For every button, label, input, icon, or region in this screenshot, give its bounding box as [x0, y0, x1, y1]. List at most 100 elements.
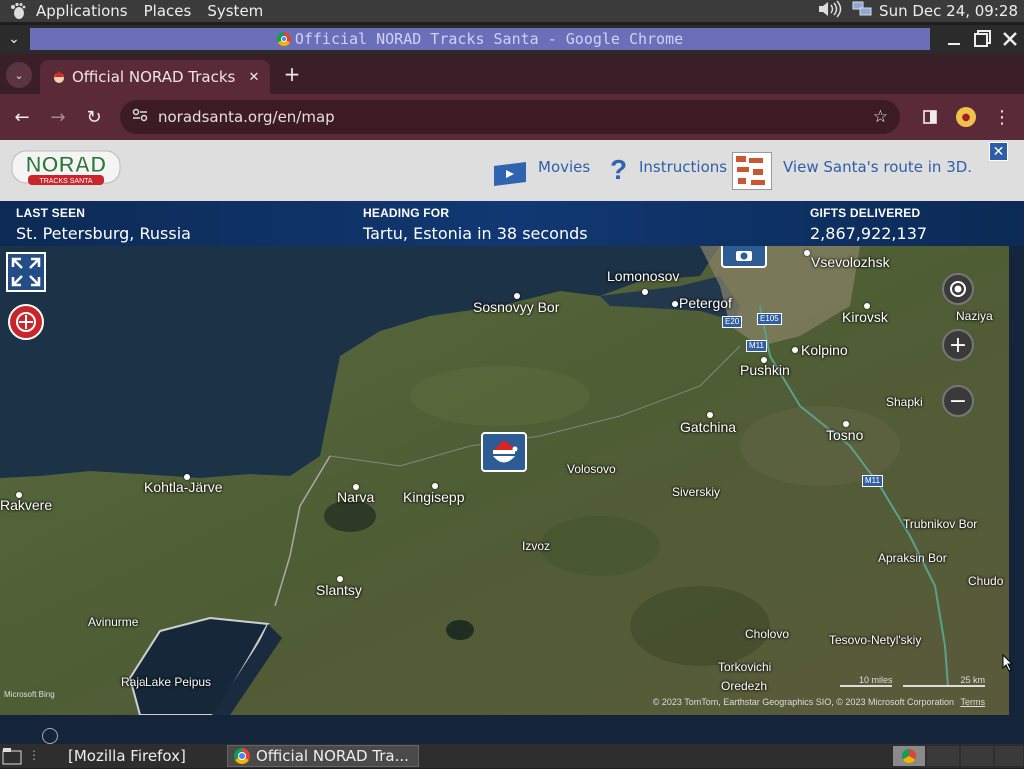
workspace-2[interactable]	[927, 746, 959, 766]
instructions-link[interactable]: Instructions	[639, 158, 727, 176]
tab-title: Official NORAD Tracks Santa	[72, 68, 240, 86]
camera-marker-icon[interactable]	[721, 246, 767, 268]
place-label: Tosno	[826, 427, 864, 443]
place-label: Narva	[337, 489, 375, 505]
map-scale: 10 miles 25 km	[840, 675, 985, 687]
new-tab-button[interactable]: +	[282, 62, 302, 86]
road-shield: E20	[722, 316, 743, 328]
zoom-out-button[interactable]: −	[942, 385, 974, 417]
place-label: Apraksin Bor	[878, 551, 947, 565]
tab-search-button[interactable]: ⌄	[6, 62, 32, 88]
clock[interactable]: Sun Dec 24, 09:28	[879, 2, 1018, 20]
place-label: Lomonosov	[607, 268, 680, 284]
firefox-icon	[42, 728, 58, 744]
window-title-text: Official NORAD Tracks Santa - Google Chr…	[294, 30, 684, 48]
reload-button[interactable]: ↻	[82, 105, 106, 129]
place-label: Raja	[121, 675, 146, 689]
minimize-button[interactable]	[942, 27, 966, 51]
place-label: Vsevolozhsk	[811, 254, 890, 270]
menu-applications[interactable]: Applications	[36, 2, 128, 20]
maximize-button[interactable]	[970, 27, 994, 51]
place-label: Slantsy	[316, 582, 362, 598]
place-dot	[792, 347, 798, 353]
taskbar-item-firefox[interactable]: [Mozilla Firefox]	[42, 728, 186, 767]
bookmark-star-icon[interactable]: ☆	[873, 107, 888, 127]
browser-toolbar: ← → ↻ noradsanta.org/en/map ☆ ● ⋮	[0, 94, 1024, 140]
address-bar[interactable]: noradsanta.org/en/map ☆	[120, 100, 900, 134]
taskbar-chrome-label: Official NORAD Tra...	[256, 747, 409, 765]
stats-bar: LAST SEEN St. Petersburg, Russia HEADING…	[0, 201, 1024, 246]
window-menu-icon[interactable]: ⌄	[4, 29, 24, 49]
workspace-4[interactable]	[995, 746, 1023, 766]
place-label: Petergof	[679, 295, 732, 311]
santa-location-marker[interactable]	[481, 432, 527, 472]
svg-text:TRACKS SANTA: TRACKS SANTA	[39, 178, 92, 185]
place-dot	[184, 474, 190, 480]
movies-link[interactable]: Movies	[538, 158, 590, 176]
place-label: Pushkin	[740, 362, 790, 378]
place-dot	[16, 492, 22, 498]
url-text[interactable]: noradsanta.org/en/map	[158, 108, 335, 126]
site-header: NORAD TRACKS SANTA Movies ? Instructions…	[0, 140, 1024, 201]
heading-for-label: HEADING FOR	[363, 206, 450, 220]
show-desktop-icon[interactable]	[2, 747, 24, 769]
menu-places[interactable]: Places	[144, 2, 192, 20]
last-seen-value: St. Petersburg, Russia	[16, 224, 191, 243]
fullscreen-button[interactable]	[6, 252, 46, 292]
norad-logo[interactable]: NORAD TRACKS SANTA	[10, 145, 121, 189]
santa-map[interactable]: Lomonosov Vsevolozhsk Sosnovyy Bor Peter…	[0, 246, 1009, 715]
place-label: Shapki	[886, 395, 923, 409]
place-dot	[353, 484, 359, 490]
place-label: Izvoz	[522, 539, 551, 553]
place-label: Trubnikov Bor	[903, 517, 978, 531]
tab-norad[interactable]: Official NORAD Tracks Santa ✕	[40, 60, 270, 94]
terms-link[interactable]: Terms	[961, 697, 986, 707]
last-seen: LAST SEEN St. Petersburg, Russia	[16, 206, 191, 243]
place-dot	[707, 412, 713, 418]
instructions-icon[interactable]: ?	[610, 154, 627, 186]
map-attribution: © 2023 TomTom, Earthstar Geographics SIO…	[653, 697, 985, 707]
zoom-in-button[interactable]: +	[942, 329, 974, 361]
gnome-foot-icon[interactable]	[8, 2, 28, 20]
volume-icon[interactable]	[817, 0, 845, 22]
place-dot	[843, 421, 849, 427]
gifts-delivered-value: 2,867,922,137	[810, 224, 928, 243]
forward-button[interactable]: →	[46, 105, 70, 129]
place-label: Cholovo	[745, 627, 790, 641]
road-shield: E105	[757, 313, 782, 325]
side-panel-icon[interactable]	[918, 105, 942, 129]
santa-favicon-icon	[52, 70, 66, 84]
taskbar-firefox-label: [Mozilla Firefox]	[68, 747, 186, 765]
close-window-button[interactable]	[998, 27, 1022, 51]
workspace-switcher[interactable]	[893, 746, 925, 766]
back-button[interactable]: ←	[10, 105, 34, 129]
tab-close-icon[interactable]: ✕	[246, 69, 262, 85]
movies-icon[interactable]	[492, 162, 528, 190]
place-label: Kirovsk	[842, 309, 888, 325]
chrome-taskbar-icon	[234, 748, 250, 764]
norad-badge-icon[interactable]	[8, 304, 44, 340]
place-label: Volosovo	[567, 462, 616, 476]
place-label: Siverskiy	[672, 485, 721, 499]
heading-for-value: Tartu, Estonia in 38 seconds	[363, 224, 588, 243]
place-dot	[864, 303, 870, 309]
taskbar: ⋮ [Mozilla Firefox] Official NORAD Tra..…	[0, 728, 1024, 769]
web-page: NORAD TRACKS SANTA Movies ? Instructions…	[0, 140, 1024, 744]
locate-button[interactable]	[942, 273, 974, 305]
profile-avatar[interactable]: ●	[954, 105, 978, 129]
workspace-3[interactable]	[961, 746, 993, 766]
view-3d-link[interactable]: View Santa's route in 3D.	[783, 158, 972, 176]
chrome-menu-icon[interactable]: ⋮	[990, 105, 1014, 129]
heading-for: HEADING FOR Tartu, Estonia in 38 seconds	[363, 206, 588, 243]
gifts-delivered-label: GIFTS DELIVERED	[810, 206, 921, 220]
gifts-delivered: GIFTS DELIVERED 2,867,922,137	[810, 206, 927, 243]
map-3d-icon[interactable]	[732, 152, 772, 190]
network-icon[interactable]	[851, 0, 873, 22]
place-label: Tesovo-Netyl'skiy	[829, 633, 922, 647]
window-title: Official NORAD Tracks Santa - Google Chr…	[30, 28, 930, 50]
place-label: Kolpino	[801, 342, 848, 358]
taskbar-item-chrome[interactable]: Official NORAD Tra...	[227, 745, 419, 767]
site-info-icon[interactable]	[132, 108, 150, 126]
menu-system[interactable]: System	[207, 2, 263, 20]
header-close-button[interactable]: ✕	[989, 142, 1008, 161]
